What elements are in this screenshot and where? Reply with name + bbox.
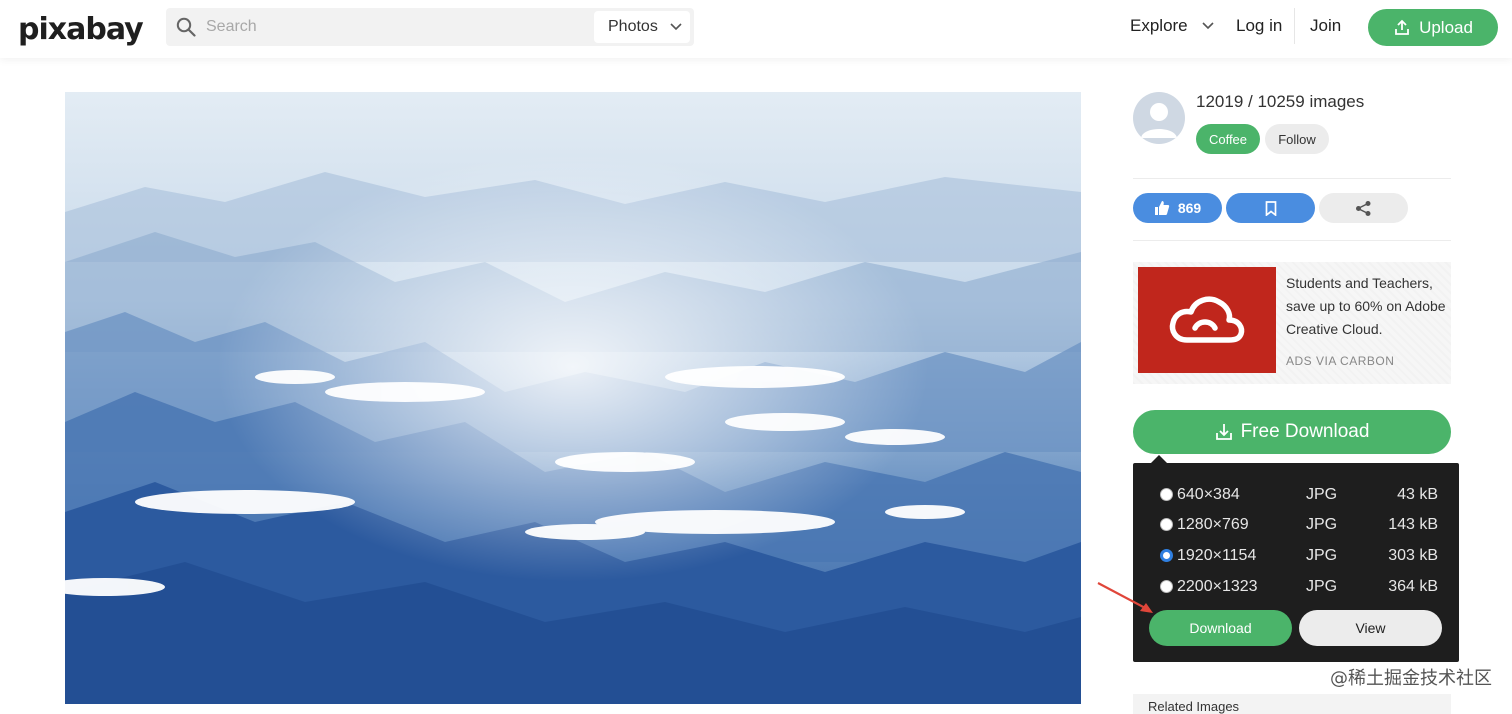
media-type-label: Photos <box>608 18 658 35</box>
creative-cloud-logo-icon <box>1169 296 1245 343</box>
upload-label: Upload <box>1419 17 1473 37</box>
annotation-arrow-icon <box>1097 582 1153 613</box>
download-option-row[interactable]: 1280×769 JPG 143 kB <box>1158 514 1438 536</box>
media-type-select[interactable]: Photos <box>594 11 690 43</box>
ad-image[interactable] <box>1138 267 1276 373</box>
upload-icon <box>1395 19 1409 35</box>
pixabay-logo[interactable]: pixabay <box>18 12 144 47</box>
divider <box>1133 178 1451 179</box>
option-format: JPG <box>1306 486 1338 503</box>
panel-caret <box>1151 455 1167 463</box>
top-bar: pixabay Photos Explore Log in Join Uploa… <box>0 0 1512 58</box>
download-option-row[interactable]: 640×384 JPG 43 kB <box>1158 484 1438 506</box>
save-button[interactable] <box>1226 193 1315 223</box>
user-icon <box>1141 103 1177 138</box>
ad-via-link[interactable]: ADS VIA CARBON <box>1286 354 1394 368</box>
follow-button[interactable]: Follow <box>1265 124 1329 154</box>
option-resolution: 2200×1323 <box>1177 578 1258 595</box>
option-format: JPG <box>1306 547 1338 564</box>
download-icon <box>1215 424 1232 440</box>
nav-divider <box>1294 8 1295 44</box>
download-options-panel: 640×384 JPG 43 kB 1280×769 JPG 143 kB 19… <box>1133 455 1459 662</box>
search-icon[interactable] <box>176 17 196 37</box>
option-format: JPG <box>1306 516 1338 533</box>
size-radio-selected[interactable] <box>1160 549 1173 562</box>
bookmark-icon <box>1265 200 1276 216</box>
photo-image <box>65 92 1081 704</box>
nav-explore[interactable]: Explore <box>1130 16 1214 36</box>
nav-explore-label: Explore <box>1130 16 1188 35</box>
option-size: 43 kB <box>1397 486 1438 503</box>
search-bar: Photos <box>166 8 694 46</box>
like-count: 869 <box>1177 200 1202 216</box>
coffee-button[interactable]: Coffee <box>1196 124 1260 154</box>
chevron-down-icon <box>670 23 682 31</box>
image-counts: 12019 / 10259 images <box>1196 92 1365 111</box>
divider <box>1133 240 1451 241</box>
option-format: JPG <box>1306 578 1338 595</box>
chevron-down-icon <box>1202 22 1214 30</box>
thumbs-up-icon <box>1154 201 1170 215</box>
option-resolution: 1920×1154 <box>1177 547 1257 564</box>
size-radio[interactable] <box>1160 580 1173 593</box>
watermark: @稀土掘金技术社区 <box>1330 668 1492 689</box>
nav-login-link[interactable]: Log in <box>1236 16 1282 36</box>
option-resolution: 640×384 <box>1177 486 1240 503</box>
download-option-row[interactable]: 2200×1323 JPG 364 kB <box>1158 576 1438 598</box>
share-icon <box>1356 200 1371 216</box>
free-download-label: Free Download <box>1240 421 1370 442</box>
option-size: 143 kB <box>1388 516 1438 533</box>
size-radio[interactable] <box>1160 518 1173 531</box>
nav-join-link[interactable]: Join <box>1310 16 1341 36</box>
upload-button[interactable]: Upload <box>1368 9 1498 46</box>
download-button[interactable]: Download <box>1149 610 1292 646</box>
ad-text[interactable]: Students and Teachers, save up to 60% on… <box>1286 272 1446 341</box>
related-images-heading: Related Images <box>1133 694 1451 714</box>
size-radio[interactable] <box>1160 488 1173 501</box>
carbon-ad: Students and Teachers, save up to 60% on… <box>1133 262 1451 384</box>
free-download-button[interactable]: Free Download <box>1133 410 1451 454</box>
avatar[interactable] <box>1133 92 1185 144</box>
download-option-row[interactable]: 1920×1154 JPG 303 kB <box>1158 545 1438 567</box>
option-resolution: 1280×769 <box>1177 516 1249 533</box>
view-button[interactable]: View <box>1299 610 1442 646</box>
search-input[interactable] <box>206 8 586 46</box>
share-button[interactable] <box>1319 193 1408 223</box>
main-photo[interactable] <box>65 92 1081 704</box>
option-size: 364 kB <box>1388 578 1438 595</box>
like-button[interactable]: 869 <box>1133 193 1222 223</box>
option-size: 303 kB <box>1388 547 1438 564</box>
